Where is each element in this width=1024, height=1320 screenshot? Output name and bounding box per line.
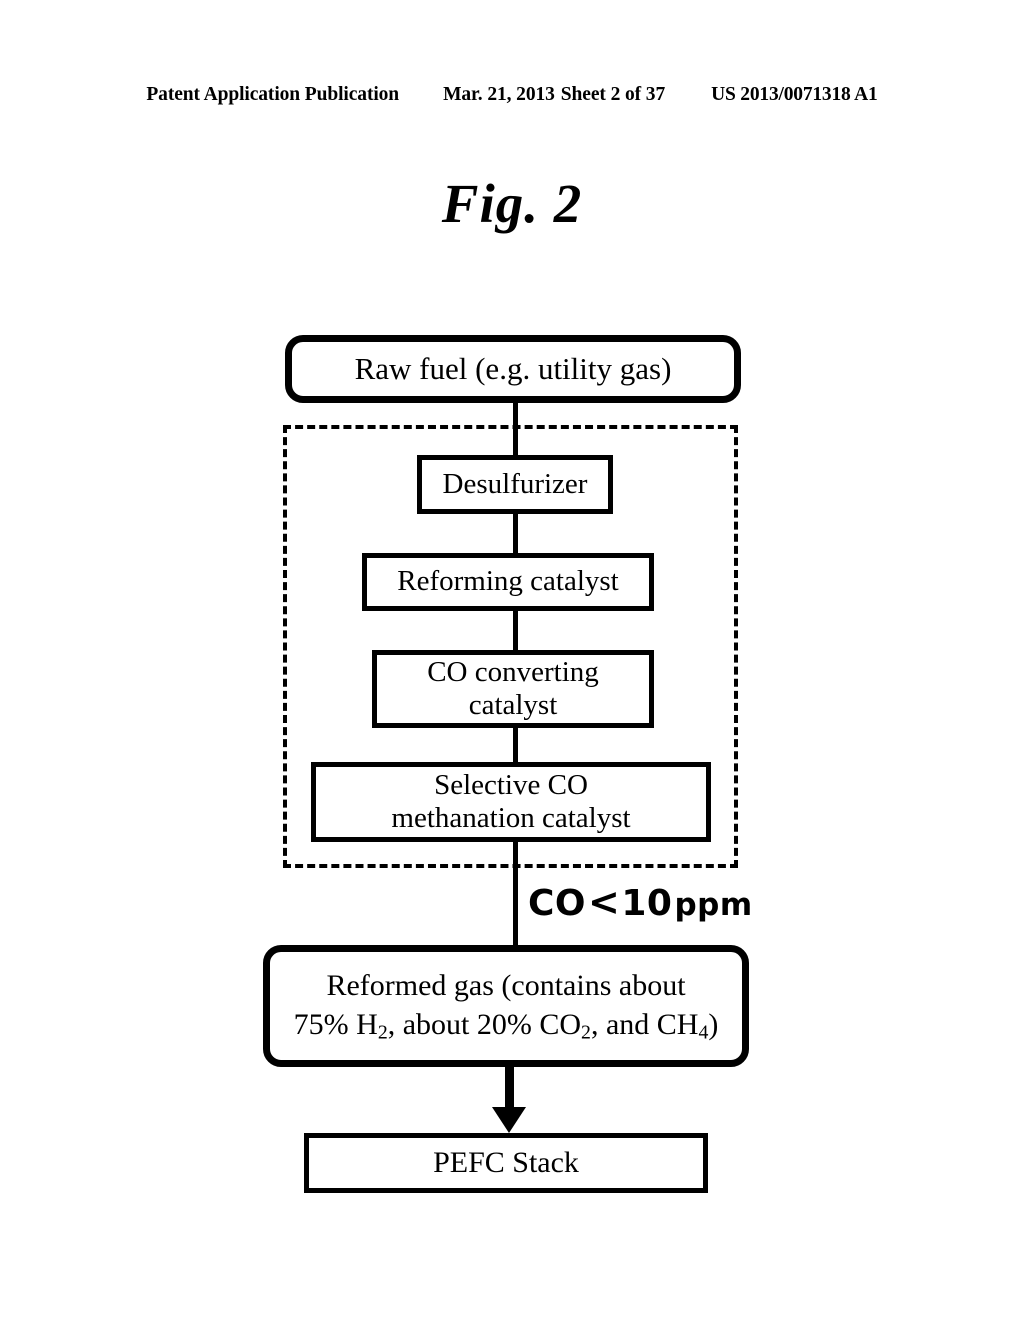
node-raw-fuel-label: Raw fuel (e.g. utility gas) [354,351,672,387]
connector-co-converting-to-methanation [513,725,518,765]
reformed-gas-co2-value: , about 20% CO [387,1007,582,1041]
co-limit-operator: < [588,880,621,924]
reformed-gas-ch4-value: , and CH [590,1007,699,1041]
node-reformed-gas-line2: 75% H2, about 20% CO2, and CH4) [294,1005,719,1046]
connector-methanation-to-reformed-gas [513,839,518,949]
connector-desulfurizer-to-reforming [513,511,518,556]
reformed-gas-h2-value: 75% H [293,1007,378,1041]
co-limit-species: CO [528,883,587,924]
co-limit-value: 10 [621,883,673,924]
node-methanation-line2: methanation catalyst [391,802,631,834]
reformed-gas-h2-sub: 2 [377,1021,388,1044]
reformed-gas-co2-sub: 2 [581,1021,591,1044]
co-limit-annotation: CO<10ppm [528,880,753,924]
node-methanation-catalyst: Selective CO methanation catalyst [311,762,711,842]
node-methanation-line1: Selective CO [434,768,588,801]
node-reforming-catalyst: Reforming catalyst [362,553,654,611]
reformed-gas-ch4-sub: 4 [698,1021,709,1044]
node-reforming-catalyst-label: Reforming catalyst [397,565,619,598]
node-desulfurizer-label: Desulfurizer [442,467,588,500]
node-reformed-gas-line1: Reformed gas (contains about [326,968,686,1002]
node-desulfurizer: Desulfurizer [417,455,613,514]
connector-reforming-to-co-converting [513,608,518,653]
node-co-converting-line1: CO converting [427,655,599,688]
node-reformed-gas: Reformed gas (contains about 75% H2, abo… [263,945,749,1067]
arrowhead-down-icon [492,1107,526,1133]
node-co-converting-catalyst: CO converting catalyst [372,650,654,728]
node-pefc-stack-label: PEFC Stack [433,1145,579,1179]
flowchart-diagram: CO<10ppm Raw fuel (e.g. utility gas) Des… [0,0,1024,1320]
co-limit-unit: ppm [674,887,753,923]
connector-raw-fuel-to-desulfurizer [513,400,518,458]
node-co-converting-line2: catalyst [468,689,558,721]
node-raw-fuel: Raw fuel (e.g. utility gas) [285,335,741,403]
node-pefc-stack: PEFC Stack [304,1133,708,1193]
reformed-gas-close-paren: ) [708,1007,719,1041]
